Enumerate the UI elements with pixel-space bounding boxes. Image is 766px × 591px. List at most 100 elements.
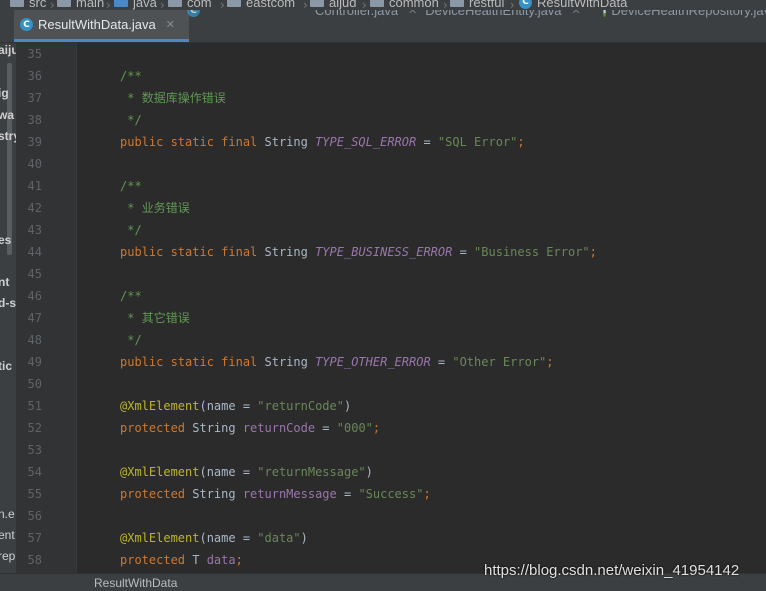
line-number[interactable]: 39	[16, 131, 42, 153]
code-line[interactable]: protected T data;	[120, 549, 243, 571]
tab-devicehealthentity[interactable]: ✕ DeviceHealthEntity.java ✕	[402, 10, 604, 25]
code-line[interactable]: * 数据库操作错误	[120, 87, 225, 109]
code-token: "Success"	[358, 487, 424, 501]
code-token: "Other Error"	[452, 355, 547, 369]
project-panel-edge[interactable]: aiju ig wa stry es nt d-s tic n.e ent re…	[0, 43, 16, 573]
class-icon: C	[187, 10, 200, 17]
breadcrumb-item-eastcom[interactable]: eastcom	[227, 0, 295, 10]
tree-item[interactable]: d-s	[0, 296, 16, 310]
editor-tab-bar: C ResultWithData.java ✕ C Controller.jav…	[0, 10, 766, 43]
code-line[interactable]: @XmlElement(name = "returnMessage")	[120, 461, 373, 483]
code-line[interactable]: public static final String TYPE_OTHER_ER…	[120, 351, 554, 373]
folder-icon	[310, 0, 324, 7]
line-number[interactable]: 35	[16, 43, 42, 65]
code-line[interactable]: @XmlElement(name = "data")	[120, 527, 308, 549]
code-line[interactable]: /**	[120, 65, 142, 87]
line-number[interactable]: 50	[16, 373, 42, 395]
line-number[interactable]: 40	[16, 153, 42, 175]
chevron-right-icon: ›	[510, 0, 515, 10]
breadcrumb-item-com[interactable]: com	[168, 0, 212, 10]
tree-item[interactable]: stry	[0, 129, 16, 143]
tree-item[interactable]: wa	[0, 108, 14, 122]
code-token: "data"	[257, 531, 301, 545]
code-line[interactable]: */	[120, 109, 141, 131]
breadcrumb-item-common[interactable]: common	[370, 0, 439, 10]
line-number[interactable]: 49	[16, 351, 42, 373]
code-line[interactable]: public static final String TYPE_SQL_ERRO…	[120, 131, 525, 153]
code-line[interactable]: * 业务错误	[120, 197, 189, 219]
line-number[interactable]: 43	[16, 219, 42, 241]
line-number[interactable]: 41	[16, 175, 42, 197]
line-number[interactable]: 44	[16, 241, 42, 263]
chevron-right-icon: ›	[443, 0, 448, 10]
line-number[interactable]: 54	[16, 461, 42, 483]
breadcrumb-item-java[interactable]: java	[114, 0, 157, 10]
code-line[interactable]: @XmlElement(name = "returnCode")	[120, 395, 351, 417]
line-number[interactable]: 36	[16, 65, 42, 87]
tab-overflow-icon[interactable]	[0, 10, 12, 39]
code-token: @XmlElement	[120, 465, 200, 479]
close-icon[interactable]: ✕	[408, 10, 417, 17]
tab-devicehealthrepository[interactable]: I DeviceHealthRepository.java	[597, 10, 766, 25]
line-number[interactable]: 55	[16, 483, 42, 505]
chevron-right-icon: ›	[303, 0, 308, 10]
line-number[interactable]: 52	[16, 417, 42, 439]
code-token: /**	[120, 289, 142, 303]
line-number[interactable]: 51	[16, 395, 42, 417]
breadcrumb-item-main[interactable]: main	[57, 0, 104, 10]
code-editor[interactable]: /** * 数据库操作错误 */ public static final Stri…	[77, 43, 766, 573]
breadcrumb-item-src[interactable]: src	[10, 0, 46, 10]
code-token: data	[206, 553, 236, 567]
code-token: ;	[517, 135, 525, 149]
code-line[interactable]: */	[120, 219, 141, 241]
line-number[interactable]: 47	[16, 307, 42, 329]
code-token: String	[264, 355, 316, 369]
code-token: */	[120, 333, 142, 347]
code-token: =	[452, 245, 475, 259]
tab-controller[interactable]: C Controller.java	[181, 10, 413, 25]
tree-item[interactable]: aiju	[0, 43, 16, 57]
tree-item[interactable]: nt	[0, 275, 9, 289]
line-number[interactable]: 37	[16, 87, 42, 109]
line-number[interactable]: 46	[16, 285, 42, 307]
folder-icon	[450, 0, 464, 7]
code-line[interactable]: /**	[120, 285, 142, 307]
code-token: ;	[372, 421, 381, 435]
code-line[interactable]: protected String returnMessage = "Succes…	[120, 483, 431, 505]
line-number[interactable]: 45	[16, 263, 42, 285]
tab-resultwithdata[interactable]: C ResultWithData.java ✕	[14, 10, 189, 42]
tree-item[interactable]: ent	[0, 528, 15, 542]
code-token: protected	[120, 421, 193, 435]
breadcrumb-item-resultwithdata[interactable]: C ResultWithData	[519, 0, 627, 10]
tree-item[interactable]: n.e	[0, 507, 15, 521]
code-token: TYPE_BUSINESS_ERROR	[315, 245, 453, 259]
code-token: "returnCode"	[257, 399, 344, 413]
code-token: =	[315, 421, 337, 435]
code-line[interactable]: */	[120, 329, 142, 351]
close-icon[interactable]: ✕	[166, 18, 175, 31]
line-number[interactable]: 56	[16, 505, 42, 527]
folder-icon	[370, 0, 384, 7]
line-number[interactable]: 58	[16, 549, 42, 571]
tree-item[interactable]: rep	[0, 549, 15, 563]
line-number[interactable]: 53	[16, 439, 42, 461]
close-icon[interactable]: ✕	[572, 10, 581, 17]
tree-item[interactable]: ig	[0, 86, 9, 100]
code-token: 其它错误	[141, 311, 190, 325]
tree-item[interactable]: es	[0, 233, 11, 247]
code-token: "SQL Error"	[437, 135, 518, 149]
line-number[interactable]: 42	[16, 197, 42, 219]
breadcrumb-item-aijud[interactable]: aijud	[310, 0, 356, 10]
current-file-label[interactable]: ResultWithData	[94, 576, 177, 590]
code-line[interactable]: public static final String TYPE_BUSINESS…	[120, 241, 597, 263]
tree-item[interactable]: tic	[0, 359, 12, 373]
code-line[interactable]: * 其它错误	[120, 307, 190, 329]
breadcrumb-item-restful[interactable]: restful	[450, 0, 504, 10]
line-number[interactable]: 48	[16, 329, 42, 351]
code-token: (name =	[199, 531, 258, 545]
code-line[interactable]: /**	[120, 175, 142, 197]
line-number[interactable]: 57	[16, 527, 42, 549]
code-line[interactable]: protected String returnCode = "000";	[120, 417, 380, 439]
line-number[interactable]: 38	[16, 109, 42, 131]
chevron-right-icon: ›	[106, 0, 111, 10]
